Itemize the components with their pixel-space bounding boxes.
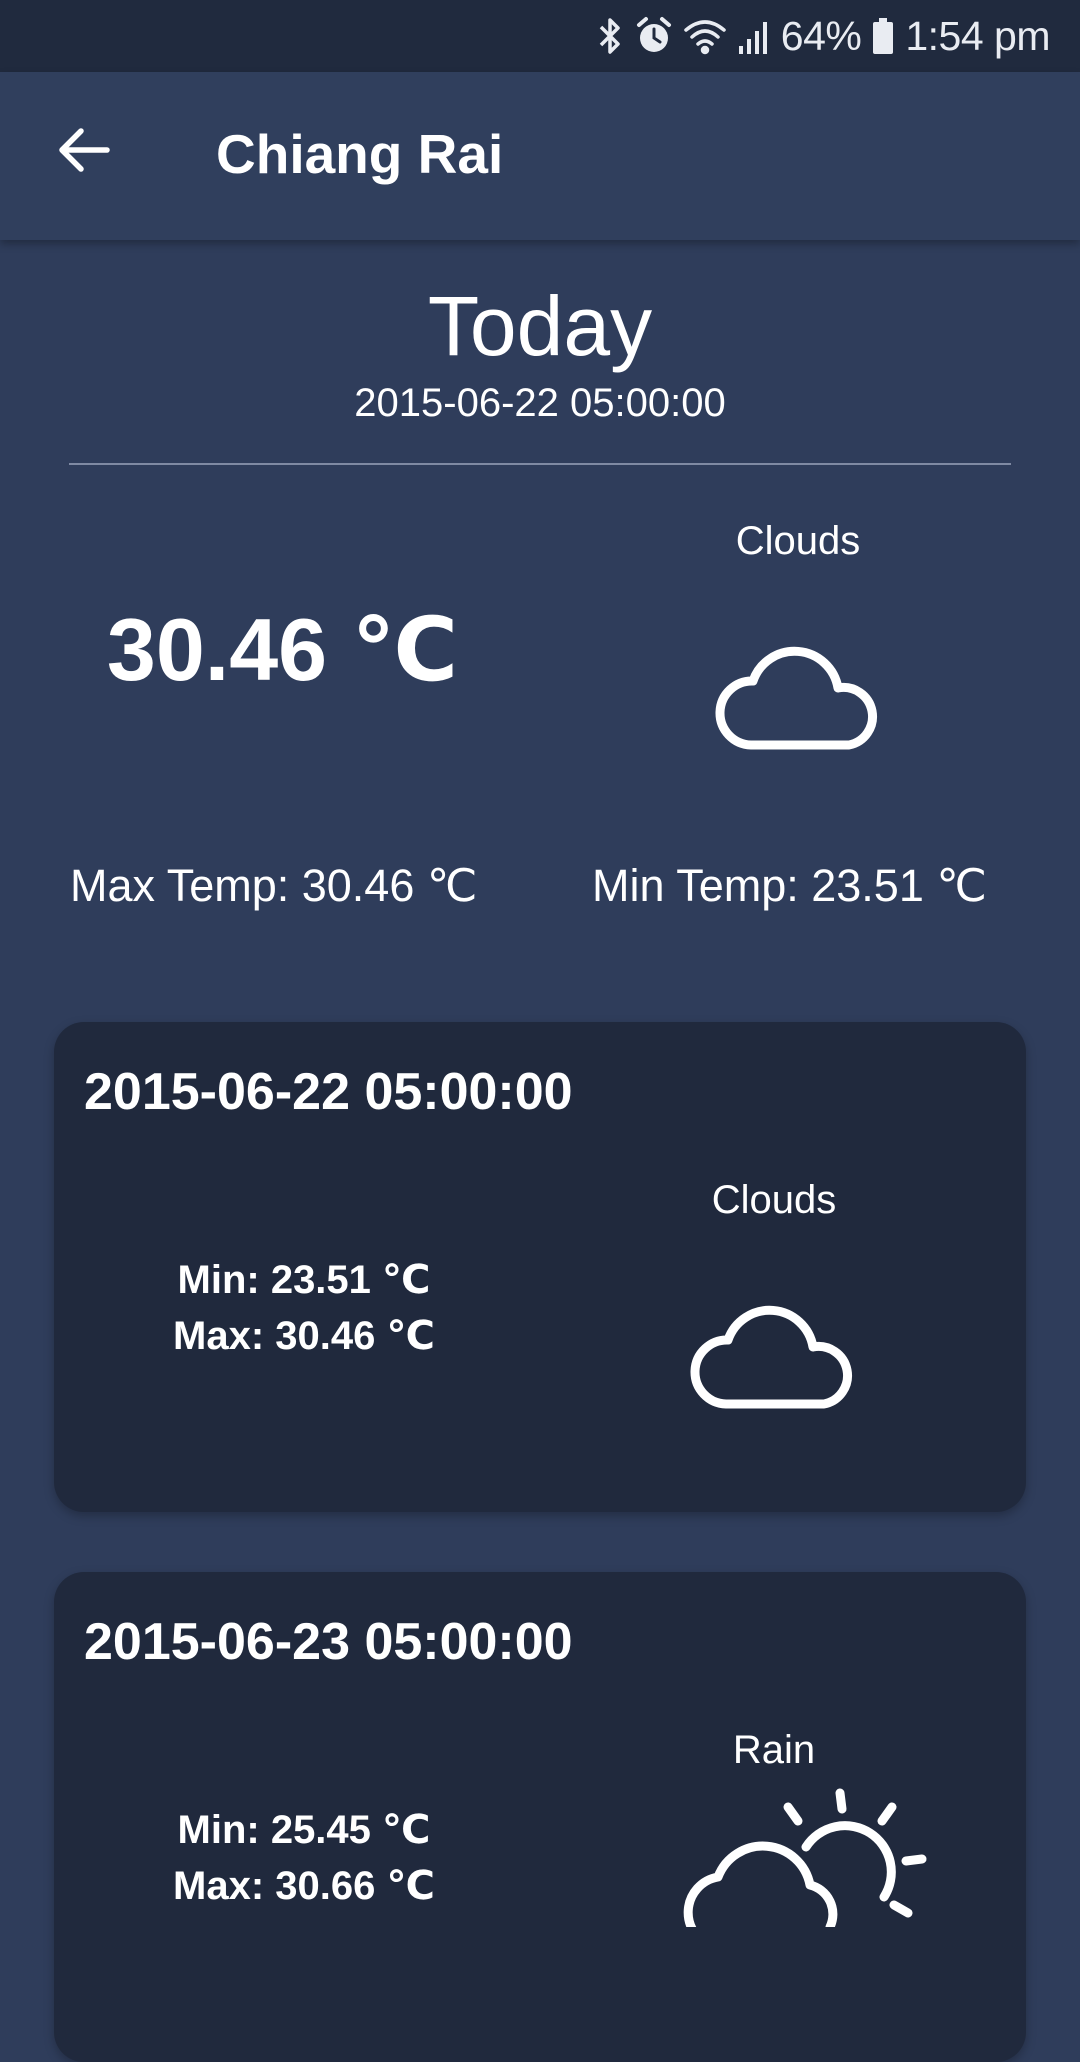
back-button[interactable]	[44, 112, 124, 192]
forecast-min: Min: 25.45 ℃	[177, 1808, 431, 1852]
forecast-card[interactable]: 2015-06-22 05:00:00 Clouds Min: 23.51 ℃ …	[54, 1022, 1026, 1512]
cloud-icon	[711, 628, 885, 761]
app-bar: Chiang Rai	[0, 72, 1080, 240]
page-title: Chiang Rai	[216, 123, 504, 185]
battery-icon	[871, 16, 895, 56]
forecast-max: Max: 30.66 ℃	[173, 1864, 435, 1908]
status-icons: 64% 1:54 pm	[595, 10, 1050, 62]
arrow-back-icon	[57, 125, 111, 180]
divider	[69, 463, 1011, 465]
status-bar: 64% 1:54 pm	[0, 0, 1080, 72]
forecast-condition: Rain	[732, 1728, 816, 1772]
current-temperature: 30.46 ℃	[106, 600, 459, 699]
cloud-icon	[686, 1287, 860, 1420]
today-condition: Clouds	[735, 519, 861, 563]
alarm-icon	[635, 16, 673, 56]
today-summary: Today 2015-06-22 05:00:00 30.46 ℃ Clouds…	[0, 240, 1080, 980]
wifi-icon	[683, 16, 727, 56]
forecast-min-max: Min: 23.51 ℃ Max: 30.46 ℃	[134, 1252, 474, 1364]
signal-icon	[737, 16, 771, 56]
today-date: 2015-06-22 05:00:00	[354, 381, 726, 425]
forecast-card[interactable]: 2015-06-23 05:00:00 Rain Min: 25.45 ℃ Ma…	[54, 1572, 1026, 2062]
battery-percent: 64%	[780, 12, 862, 59]
sun-cloud-icon	[654, 1787, 934, 1952]
min-temp: Min Temp: 23.51 ℃	[592, 860, 987, 911]
today-heading: Today	[427, 279, 653, 373]
max-temp: Max Temp: 30.46 ℃	[70, 860, 478, 911]
forecast-date: 2015-06-22 05:00:00	[84, 1063, 573, 1121]
forecast-max: Max: 30.46 ℃	[173, 1314, 435, 1358]
forecast-min: Min: 23.51 ℃	[177, 1258, 431, 1302]
forecast-condition: Clouds	[711, 1178, 837, 1222]
forecast-date: 2015-06-23 05:00:00	[84, 1613, 573, 1671]
forecast-min-max: Min: 25.45 ℃ Max: 30.66 ℃	[134, 1802, 474, 1914]
clock: 1:54 pm	[905, 12, 1050, 59]
bluetooth-icon	[595, 16, 625, 56]
